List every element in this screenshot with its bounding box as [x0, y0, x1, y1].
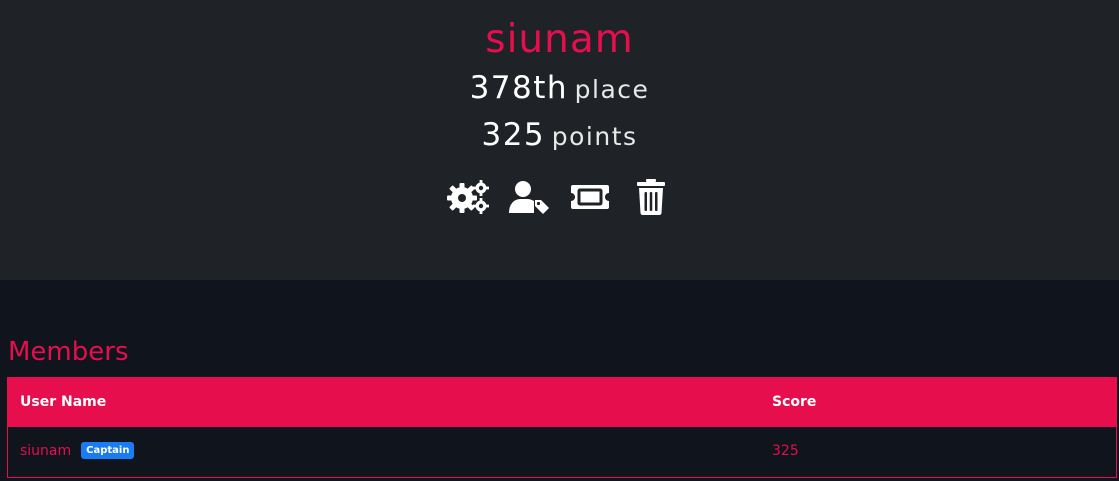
- user-tag-icon: [509, 181, 549, 214]
- member-score: 325: [772, 443, 799, 459]
- team-settings-button[interactable]: [447, 179, 489, 215]
- member-name-link[interactable]: siunam: [20, 443, 71, 459]
- team-points: 325 points: [0, 117, 1119, 153]
- ticket-icon: [571, 185, 609, 209]
- trash-icon: [637, 179, 665, 215]
- team-invite-button[interactable]: [569, 179, 611, 215]
- team-disband-button[interactable]: [630, 179, 672, 215]
- captain-badge: Captain: [81, 441, 135, 459]
- team-place: 378th place: [0, 70, 1119, 106]
- table-header: User Name Score: [8, 378, 1116, 427]
- place-label: place: [574, 75, 650, 104]
- place-value: 378th: [469, 70, 569, 106]
- gears-icon: [447, 180, 489, 214]
- column-header-username: User Name: [20, 394, 107, 410]
- column-header-score: Score: [772, 394, 817, 410]
- team-name: siunam: [485, 17, 634, 62]
- member-cell: siunam Captain: [20, 427, 135, 475]
- team-captain-button[interactable]: [508, 179, 550, 215]
- points-value: 325: [481, 117, 546, 153]
- team-actions: [0, 179, 1119, 215]
- members-heading: Members: [8, 337, 129, 367]
- team-header: siunam 378th place 325 points: [0, 0, 1119, 280]
- points-label: points: [551, 122, 638, 151]
- table-row: siunam Captain 325: [8, 427, 1116, 477]
- members-table: User Name Score siunam Captain 325: [7, 377, 1117, 478]
